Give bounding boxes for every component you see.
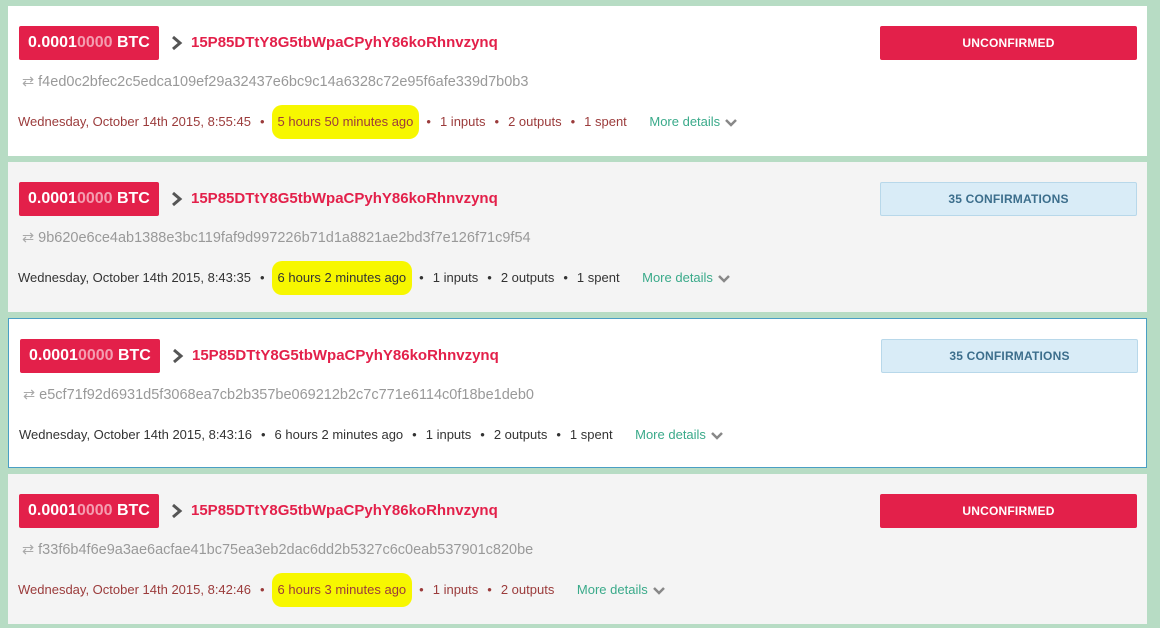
tx-hash-row: ⇄ e5cf71f92d6931d5f3068ea7cb2b357be069212… xyxy=(23,385,534,405)
transaction-card-selected: 0.00010000 BTC 15P85DTtY8G5tbWpaCPyhY86k… xyxy=(8,318,1147,468)
tx-inputs: 1 inputs xyxy=(432,270,479,285)
chevron-right-icon xyxy=(172,191,183,207)
amount-value: 0.0001 xyxy=(29,347,78,364)
amount-badge[interactable]: 0.00010000 BTC xyxy=(19,26,159,60)
tx-date: Wednesday, October 14th 2015, 8:42:46 xyxy=(18,582,251,597)
chevron-down-icon xyxy=(711,431,723,440)
address-link[interactable]: 15P85DTtY8G5tbWpaCPyhY86koRhnvzynq xyxy=(192,346,499,366)
tx-outputs: 2 outputs xyxy=(493,427,548,442)
tx-age-highlighted: 5 hours 50 minutes ago xyxy=(271,105,420,139)
tx-hash-row: ⇄ f33f6b4f6e9a3ae6acfae41bc75ea3eb2dac6dd… xyxy=(22,540,533,560)
tx-hash-link[interactable]: e5cf71f92d6931d5f3068ea7cb2b357be069212b… xyxy=(39,387,534,403)
amount-unit: BTC xyxy=(112,190,150,207)
tx-hash-link[interactable]: f4ed0c2bfec2c5edca109ef29a32437e6bc9c14a… xyxy=(38,74,528,90)
tx-meta: Wednesday, October 14th 2015, 8:43:16 • 6 … xyxy=(19,425,724,445)
chevron-down-icon xyxy=(718,274,730,283)
tx-age-highlighted: 6 hours 3 minutes ago xyxy=(271,573,412,607)
tx-meta: Wednesday, October 14th 2015, 8:43:35 • 6 … xyxy=(18,261,731,295)
tx-spent: 1 spent xyxy=(584,114,627,129)
chevron-right-icon xyxy=(172,503,183,519)
more-details-link[interactable]: More details xyxy=(642,270,731,285)
tx-inputs: 1 inputs xyxy=(425,427,472,442)
amount-unit: BTC xyxy=(112,502,150,519)
transaction-card: 0.00010000 BTC 15P85DTtY8G5tbWpaCPyhY86k… xyxy=(8,6,1147,156)
tx-date: Wednesday, October 14th 2015, 8:55:45 xyxy=(18,114,251,129)
address-link[interactable]: 15P85DTtY8G5tbWpaCPyhY86koRhnvzynq xyxy=(191,33,498,53)
tx-age: 6 hours 2 minutes ago xyxy=(277,270,407,285)
tx-inputs: 1 inputs xyxy=(439,114,486,129)
tx-meta: Wednesday, October 14th 2015, 8:42:46 • 6 … xyxy=(18,573,666,607)
tx-inputs: 1 inputs xyxy=(432,582,479,597)
chevron-right-icon xyxy=(173,348,184,364)
swap-arrows-icon: ⇄ xyxy=(22,74,35,90)
tx-hash-link[interactable]: 9b620e6ce4ab1388e3bc119faf9d997226b71d1a… xyxy=(38,230,530,246)
amount-unit: BTC xyxy=(113,347,151,364)
more-details-label: More details xyxy=(649,114,721,129)
tx-hash-row: ⇄ 9b620e6ce4ab1388e3bc119faf9d997226b71d1… xyxy=(22,228,531,248)
chevron-down-icon xyxy=(725,118,738,127)
amount-trailing-zeros: 0000 xyxy=(76,34,113,51)
more-details-label: More details xyxy=(642,270,713,285)
tx-meta: Wednesday, October 14th 2015, 8:55:45 • 5 … xyxy=(18,105,738,139)
tx-outputs: 2 outputs xyxy=(508,114,562,129)
swap-arrows-icon: ⇄ xyxy=(22,542,35,558)
tx-age-highlighted: 6 hours 2 minutes ago xyxy=(271,261,412,295)
tx-outputs: 2 outputs xyxy=(500,582,555,597)
status-badge: UNCONFIRMED xyxy=(880,26,1137,60)
address-link[interactable]: 15P85DTtY8G5tbWpaCPyhY86koRhnvzynq xyxy=(191,189,498,209)
amount-trailing-zeros: 0000 xyxy=(76,502,113,519)
more-details-link[interactable]: More details xyxy=(649,114,738,129)
tx-age: 5 hours 50 minutes ago xyxy=(277,114,414,129)
tx-age: 6 hours 3 minutes ago xyxy=(277,582,407,597)
amount-badge[interactable]: 0.00010000 BTC xyxy=(19,494,159,528)
amount-value: 0.0001 xyxy=(28,502,77,519)
tx-age: 6 hours 2 minutes ago xyxy=(274,427,404,442)
swap-arrows-icon: ⇄ xyxy=(23,387,36,403)
swap-arrows-icon: ⇄ xyxy=(22,230,35,246)
status-badge: 35 CONFIRMATIONS xyxy=(881,339,1138,373)
status-badge: 35 CONFIRMATIONS xyxy=(880,182,1137,216)
tx-hash-row: ⇄ f4ed0c2bfec2c5edca109ef29a32437e6bc9c14… xyxy=(22,72,528,92)
tx-hash-link[interactable]: f33f6b4f6e9a3ae6acfae41bc75ea3eb2dac6dd2… xyxy=(38,542,533,558)
status-badge: UNCONFIRMED xyxy=(880,494,1137,528)
tx-spent: 1 spent xyxy=(569,427,613,442)
chevron-down-icon xyxy=(652,586,665,595)
more-details-link[interactable]: More details xyxy=(635,427,724,442)
more-details-label: More details xyxy=(635,427,706,442)
transaction-card: 0.00010000 BTC 15P85DTtY8G5tbWpaCPyhY86k… xyxy=(8,474,1147,624)
amount-value: 0.0001 xyxy=(28,34,77,51)
amount-unit: BTC xyxy=(112,34,150,51)
more-details-link[interactable]: More details xyxy=(577,582,666,597)
tx-date: Wednesday, October 14th 2015, 8:43:16 xyxy=(19,427,252,442)
tx-date: Wednesday, October 14th 2015, 8:43:35 xyxy=(18,270,251,285)
chevron-right-icon xyxy=(172,35,183,51)
tx-spent: 1 spent xyxy=(576,270,620,285)
tx-outputs: 2 outputs xyxy=(500,270,555,285)
amount-value: 0.0001 xyxy=(28,190,77,207)
amount-badge[interactable]: 0.00010000 BTC xyxy=(19,182,159,216)
amount-trailing-zeros: 0000 xyxy=(77,347,114,364)
address-link[interactable]: 15P85DTtY8G5tbWpaCPyhY86koRhnvzynq xyxy=(191,501,498,521)
more-details-label: More details xyxy=(576,582,648,597)
transaction-card: 0.00010000 BTC 15P85DTtY8G5tbWpaCPyhY86k… xyxy=(8,162,1147,312)
amount-trailing-zeros: 0000 xyxy=(76,190,113,207)
amount-badge[interactable]: 0.00010000 BTC xyxy=(20,339,160,373)
